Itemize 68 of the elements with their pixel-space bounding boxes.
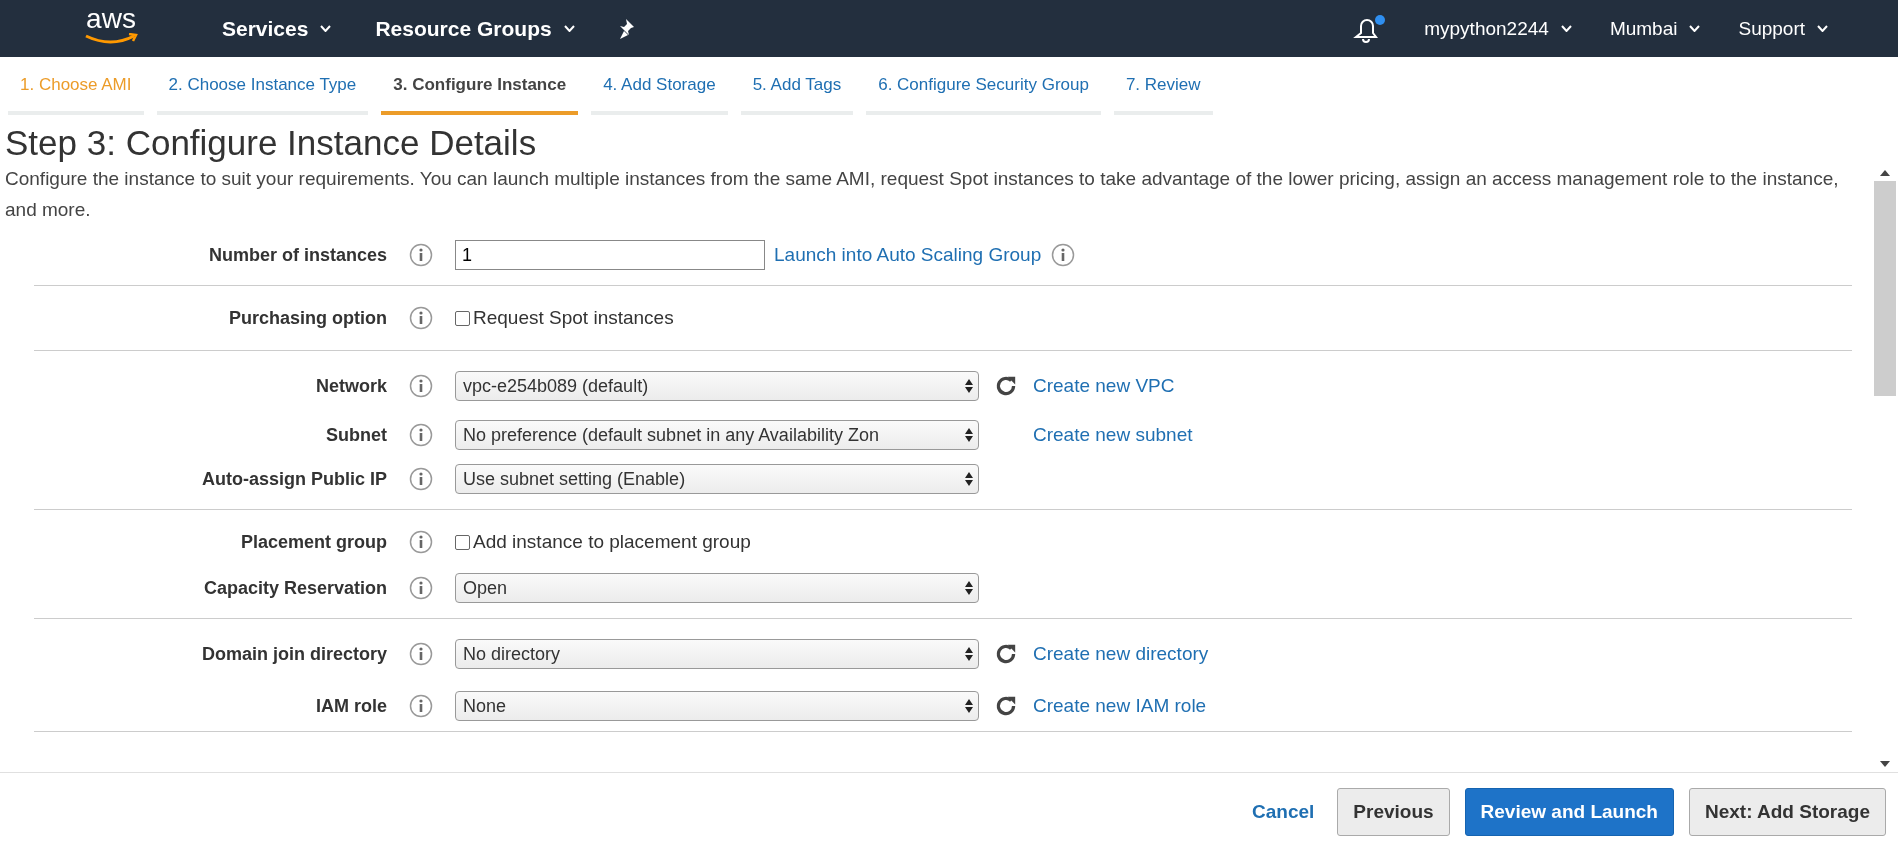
info-icon[interactable] <box>409 642 433 666</box>
create-link[interactable]: Create new directory <box>1033 643 1209 665</box>
step-tab[interactable]: 7. Review <box>1113 75 1213 115</box>
info-icon[interactable] <box>409 694 433 718</box>
caret-icon <box>1689 25 1701 32</box>
field-label: Auto-assign Public IP <box>200 468 387 490</box>
info-icon[interactable] <box>409 423 433 447</box>
field-label: Subnet <box>325 424 387 446</box>
updown-arrows-icon <box>964 646 974 662</box>
step-tab[interactable]: 5. Add Tags <box>740 75 854 115</box>
dropdown-select[interactable]: None <box>455 691 979 721</box>
account-menu[interactable]: mypython2244 <box>1424 17 1572 40</box>
field-label: Purchasing option <box>228 307 387 329</box>
footer-button[interactable]: Next: Add Storage <box>1688 788 1886 836</box>
info-icon[interactable] <box>409 576 433 600</box>
create-link[interactable]: Create new VPC <box>1033 375 1175 397</box>
footer-button[interactable]: Review and Launch <box>1464 788 1674 836</box>
bell-icon[interactable] <box>1352 13 1387 44</box>
create-link[interactable]: Create new IAM role <box>1033 695 1207 717</box>
create-link[interactable]: Create new subnet <box>1033 424 1193 446</box>
scroll-down-icon[interactable] <box>1879 760 1891 768</box>
info-icon[interactable] <box>409 374 433 398</box>
checkbox-label[interactable]: Add instance to placement group <box>473 531 751 553</box>
checkbox[interactable] <box>455 534 470 550</box>
caret-icon <box>563 25 575 32</box>
field-label: Domain join directory <box>200 643 387 665</box>
account-menu[interactable]: Support <box>1738 17 1828 40</box>
info-icon[interactable] <box>409 243 433 267</box>
updown-arrows-icon <box>964 378 974 394</box>
dropdown-select[interactable]: Use subnet setting (Enable) <box>455 464 979 494</box>
cancel-link[interactable]: Cancel <box>1252 801 1315 823</box>
info-icon[interactable] <box>409 530 433 554</box>
field-label: IAM role <box>315 695 387 717</box>
info-icon[interactable] <box>1051 243 1076 267</box>
step-tab[interactable]: 3. Configure Instance <box>381 75 579 115</box>
field-label: Capacity Reservation <box>202 577 387 599</box>
nav-menu[interactable]: Resource Groups <box>375 16 575 41</box>
step-tab[interactable]: 4. Add Storage <box>591 75 728 115</box>
caret-icon <box>1560 25 1572 32</box>
step-tab[interactable]: 2. Choose Instance Type <box>156 75 369 115</box>
info-icon[interactable] <box>409 306 433 330</box>
updown-arrows-icon <box>964 427 974 443</box>
page-heading: Step 3: Configure Instance Details <box>5 123 538 163</box>
caret-icon <box>1817 25 1828 32</box>
caret-icon <box>320 25 332 32</box>
smile-arrow-icon <box>83 32 139 45</box>
info-icon[interactable] <box>409 467 433 491</box>
dropdown-select[interactable]: No preference (default subnet in any Availability Zon <box>455 420 979 450</box>
updown-arrows-icon <box>964 580 974 596</box>
field-label: Network <box>315 375 387 397</box>
scroll-up-icon[interactable] <box>1879 169 1891 177</box>
updown-arrows-icon <box>964 698 974 714</box>
checkbox[interactable] <box>455 310 470 326</box>
field-label: Placement group <box>239 531 387 553</box>
description-text: Configure the instance to suit your requirements. You can launch multiple instances from the same AMI, request Spot instances to take advantage of the lower pricing, assign an access management role to the instance, and more. <box>5 167 1840 222</box>
updown-arrows-icon <box>964 471 974 487</box>
dropdown-select[interactable]: Open <box>455 573 979 603</box>
step-tab[interactable]: 6. Configure Security Group <box>866 75 1101 115</box>
field-label: Number of instances <box>207 244 387 266</box>
footer-button[interactable]: Previous <box>1337 788 1450 836</box>
number-input[interactable]: 1 <box>455 240 765 270</box>
logo-text[interactable]: aws <box>86 4 136 33</box>
create-link[interactable]: Launch into Auto Scaling Group <box>774 244 1042 266</box>
checkbox-label[interactable]: Request Spot instances <box>473 307 674 329</box>
dropdown-select[interactable]: vpc-e254b089 (default) <box>455 371 979 401</box>
nav-menu[interactable]: Services <box>222 16 332 41</box>
account-menu[interactable]: Mumbai <box>1609 17 1701 40</box>
dropdown-select[interactable]: No directory <box>455 639 979 669</box>
